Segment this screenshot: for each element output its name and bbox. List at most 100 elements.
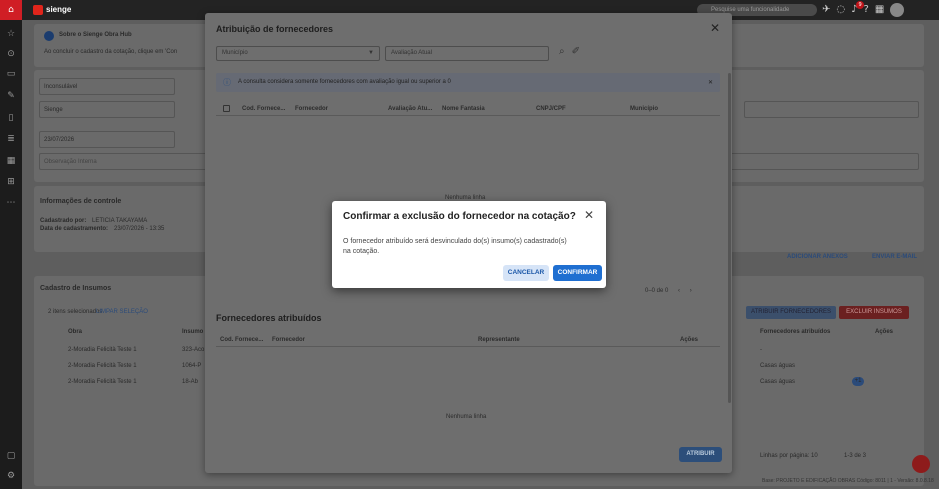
col-acoes: Ações — [875, 329, 894, 335]
municipio-select[interactable]: Município ▼ — [216, 46, 380, 61]
dialog-body: O fornecedor atribuído será desvinculado… — [343, 238, 567, 255]
dialog-close-icon[interactable]: ✕ — [584, 208, 594, 222]
document-icon[interactable]: ▯ — [5, 112, 17, 124]
col-obra: Obra — [68, 329, 83, 335]
pagination-range: 1-3 de 3 — [844, 453, 867, 459]
cancel-button[interactable]: CANCELAR — [503, 265, 549, 281]
table-cell: 1064-P — [182, 363, 202, 369]
edit-icon[interactable]: ✎ — [5, 90, 17, 102]
star-icon[interactable]: ☆ — [5, 28, 17, 40]
insumos-title: Cadastro de Insumos — [40, 285, 112, 292]
select-all-checkbox[interactable] — [223, 105, 230, 112]
col-municipio[interactable]: Município — [630, 102, 658, 116]
footer-version: Base: PROJETO E EDIFICAÇÃO OBRAS Código:… — [762, 478, 934, 484]
search-icon[interactable]: ⌕ — [559, 46, 565, 57]
pager-range: 0–0 de 0 — [645, 288, 669, 294]
col-fornecedores: Fornecedores atribuídos — [760, 329, 831, 335]
add-attachments-button[interactable]: ADICIONAR ANEXOS — [787, 254, 848, 260]
chevron-down-icon: ▼ — [368, 50, 374, 56]
banner-title: Sobre o Sienge Obra Hub — [59, 32, 132, 38]
cart-icon[interactable]: ⊞ — [5, 176, 17, 188]
modal-title: Atribuição de fornecedores — [216, 24, 334, 34]
col-acoes: Ações — [680, 337, 699, 343]
observation-label: Observação Interna — [44, 159, 97, 165]
delivery-value: Inconsulável — [44, 84, 78, 90]
rows-per-page[interactable]: Linhas por página: 10 — [760, 453, 818, 459]
sidebar: ⌂ ☆ ⊙ ▭ ✎ ▯ ≣ ▦ ⊞ ⋯ ▢ ⚙ — [0, 0, 22, 489]
apps-grid-icon[interactable]: ▦ — [875, 3, 884, 17]
help-circle-icon[interactable]: ◌ — [836, 3, 845, 17]
col-cnpj[interactable]: CNPJ/CPF — [536, 102, 566, 116]
settings-icon[interactable]: ⚙ — [5, 470, 17, 482]
atribuir-button[interactable]: ATRIBUIR — [679, 447, 722, 462]
alert-text: A consulta considera somente fornecedore… — [238, 79, 451, 85]
created-by-value: LETICIA TAKAYAMA — [92, 218, 148, 224]
right-field[interactable] — [744, 101, 919, 118]
bell-icon[interactable]: ♪ 9 — [851, 1, 865, 17]
compass-icon[interactable]: ⊙ — [5, 48, 17, 60]
col-insumo: Insumo — [182, 329, 204, 335]
home-icon[interactable]: ⌂ — [5, 4, 17, 16]
created-date-value: 23/07/2026 - 13:35 — [114, 226, 165, 232]
alert-close-icon[interactable]: ✕ — [708, 73, 713, 92]
table-row[interactable]: 2-Moradia Felicità Teste 1 — [68, 363, 137, 369]
table-row[interactable]: 2-Moradia Felicità Teste 1 — [68, 379, 137, 385]
delete-insumos-button[interactable]: EXCLUIR INSUMOS — [839, 306, 909, 319]
col-avaliacao[interactable]: Avaliação Atu... — [388, 102, 432, 116]
filter-actions: ⌕ ✐ — [559, 46, 580, 57]
building-icon[interactable]: ▦ — [5, 155, 17, 167]
info-alert: ⓘ A consulta considera somente fornecedo… — [216, 73, 720, 92]
chat-icon[interactable]: ▢ — [5, 450, 17, 462]
col-representante[interactable]: Representante — [478, 333, 520, 347]
requested-by-field[interactable]: Sienge — [39, 101, 175, 118]
dialog-title: Confirmar a exclusão do fornecedor na co… — [343, 211, 576, 222]
confirm-button[interactable]: CONFIRMAR — [553, 265, 602, 281]
clear-selection-link[interactable]: LIMPAR SELEÇÃO — [96, 309, 148, 315]
due-date-value: 23/07/2026 — [44, 137, 75, 143]
list-icon[interactable]: ≣ — [5, 133, 17, 145]
table-row[interactable]: 2-Moradia Felicità Teste 1 — [68, 347, 137, 353]
next-page-icon[interactable]: › — [690, 288, 692, 294]
due-date-field[interactable]: 23/07/2026 — [39, 131, 175, 148]
col-nome-fantasia[interactable]: Nome Fantasia — [442, 102, 485, 116]
modal-close-icon[interactable]: ✕ — [710, 21, 720, 35]
requested-by-value: Sienge — [44, 107, 63, 113]
rocket-icon[interactable]: ✈ — [822, 3, 830, 17]
prev-page-icon[interactable]: ‹ — [678, 288, 680, 294]
help-icon[interactable]: ? — [864, 3, 869, 17]
assign-suppliers-button[interactable]: ATRIBUIR FORNECEDORES — [746, 306, 836, 319]
modal-scrollbar[interactable] — [728, 73, 731, 403]
clear-filter-icon[interactable]: ✐ — [572, 46, 580, 57]
more-suppliers-badge[interactable]: +1 — [852, 377, 864, 386]
col-cod-fornecedor[interactable]: Cod. Fornece... — [242, 102, 285, 116]
banner-text: Ao concluir o cadastro da cotação, cliqu… — [44, 49, 178, 55]
suppliers-pager: 0–0 de 0 ‹ › — [645, 288, 692, 294]
assigned-empty-text: Nenhuma linha — [446, 414, 487, 420]
delivery-field[interactable]: Inconsulável — [39, 78, 175, 95]
app-logo[interactable]: sienge — [33, 3, 71, 16]
table-cell: 323-Aco — [182, 347, 205, 353]
chat-fab-button[interactable] — [912, 455, 930, 473]
col-fornecedor[interactable]: Fornecedor — [272, 333, 305, 347]
table-cell: Casas águas — [760, 363, 796, 369]
control-title: Informações de controle — [40, 198, 122, 205]
suppliers-table-header: Cod. Fornece... Fornecedor Avaliação Atu… — [216, 102, 720, 116]
home-nav-highlight[interactable]: ⌂ — [0, 0, 22, 20]
table-cell: - — [760, 347, 762, 353]
inbox-icon[interactable]: ▭ — [5, 68, 17, 80]
selected-count: 2 itens selecionados — [48, 309, 103, 315]
col-cod-fornecedor[interactable]: Cod. Fornece... — [220, 333, 263, 347]
confirm-delete-dialog: Confirmar a exclusão do fornecedor na co… — [332, 201, 606, 288]
municipio-placeholder: Município — [222, 50, 248, 56]
assigned-section-title: Fornecedores atribuídos — [216, 313, 322, 323]
avatar[interactable] — [890, 3, 905, 17]
info-icon — [44, 31, 54, 41]
send-email-button[interactable]: ENVIAR E-MAIL — [872, 254, 917, 260]
avaliacao-input[interactable]: Avaliação Atual — [385, 46, 549, 61]
created-date-label: Data de cadastramento: — [40, 226, 109, 232]
more-icon[interactable]: ⋯ — [5, 197, 17, 209]
col-fornecedor[interactable]: Fornecedor — [295, 102, 328, 116]
brand-name: sienge — [46, 5, 72, 14]
created-by-label: Cadastrado por: — [40, 218, 87, 224]
info-icon: ⓘ — [223, 78, 231, 87]
